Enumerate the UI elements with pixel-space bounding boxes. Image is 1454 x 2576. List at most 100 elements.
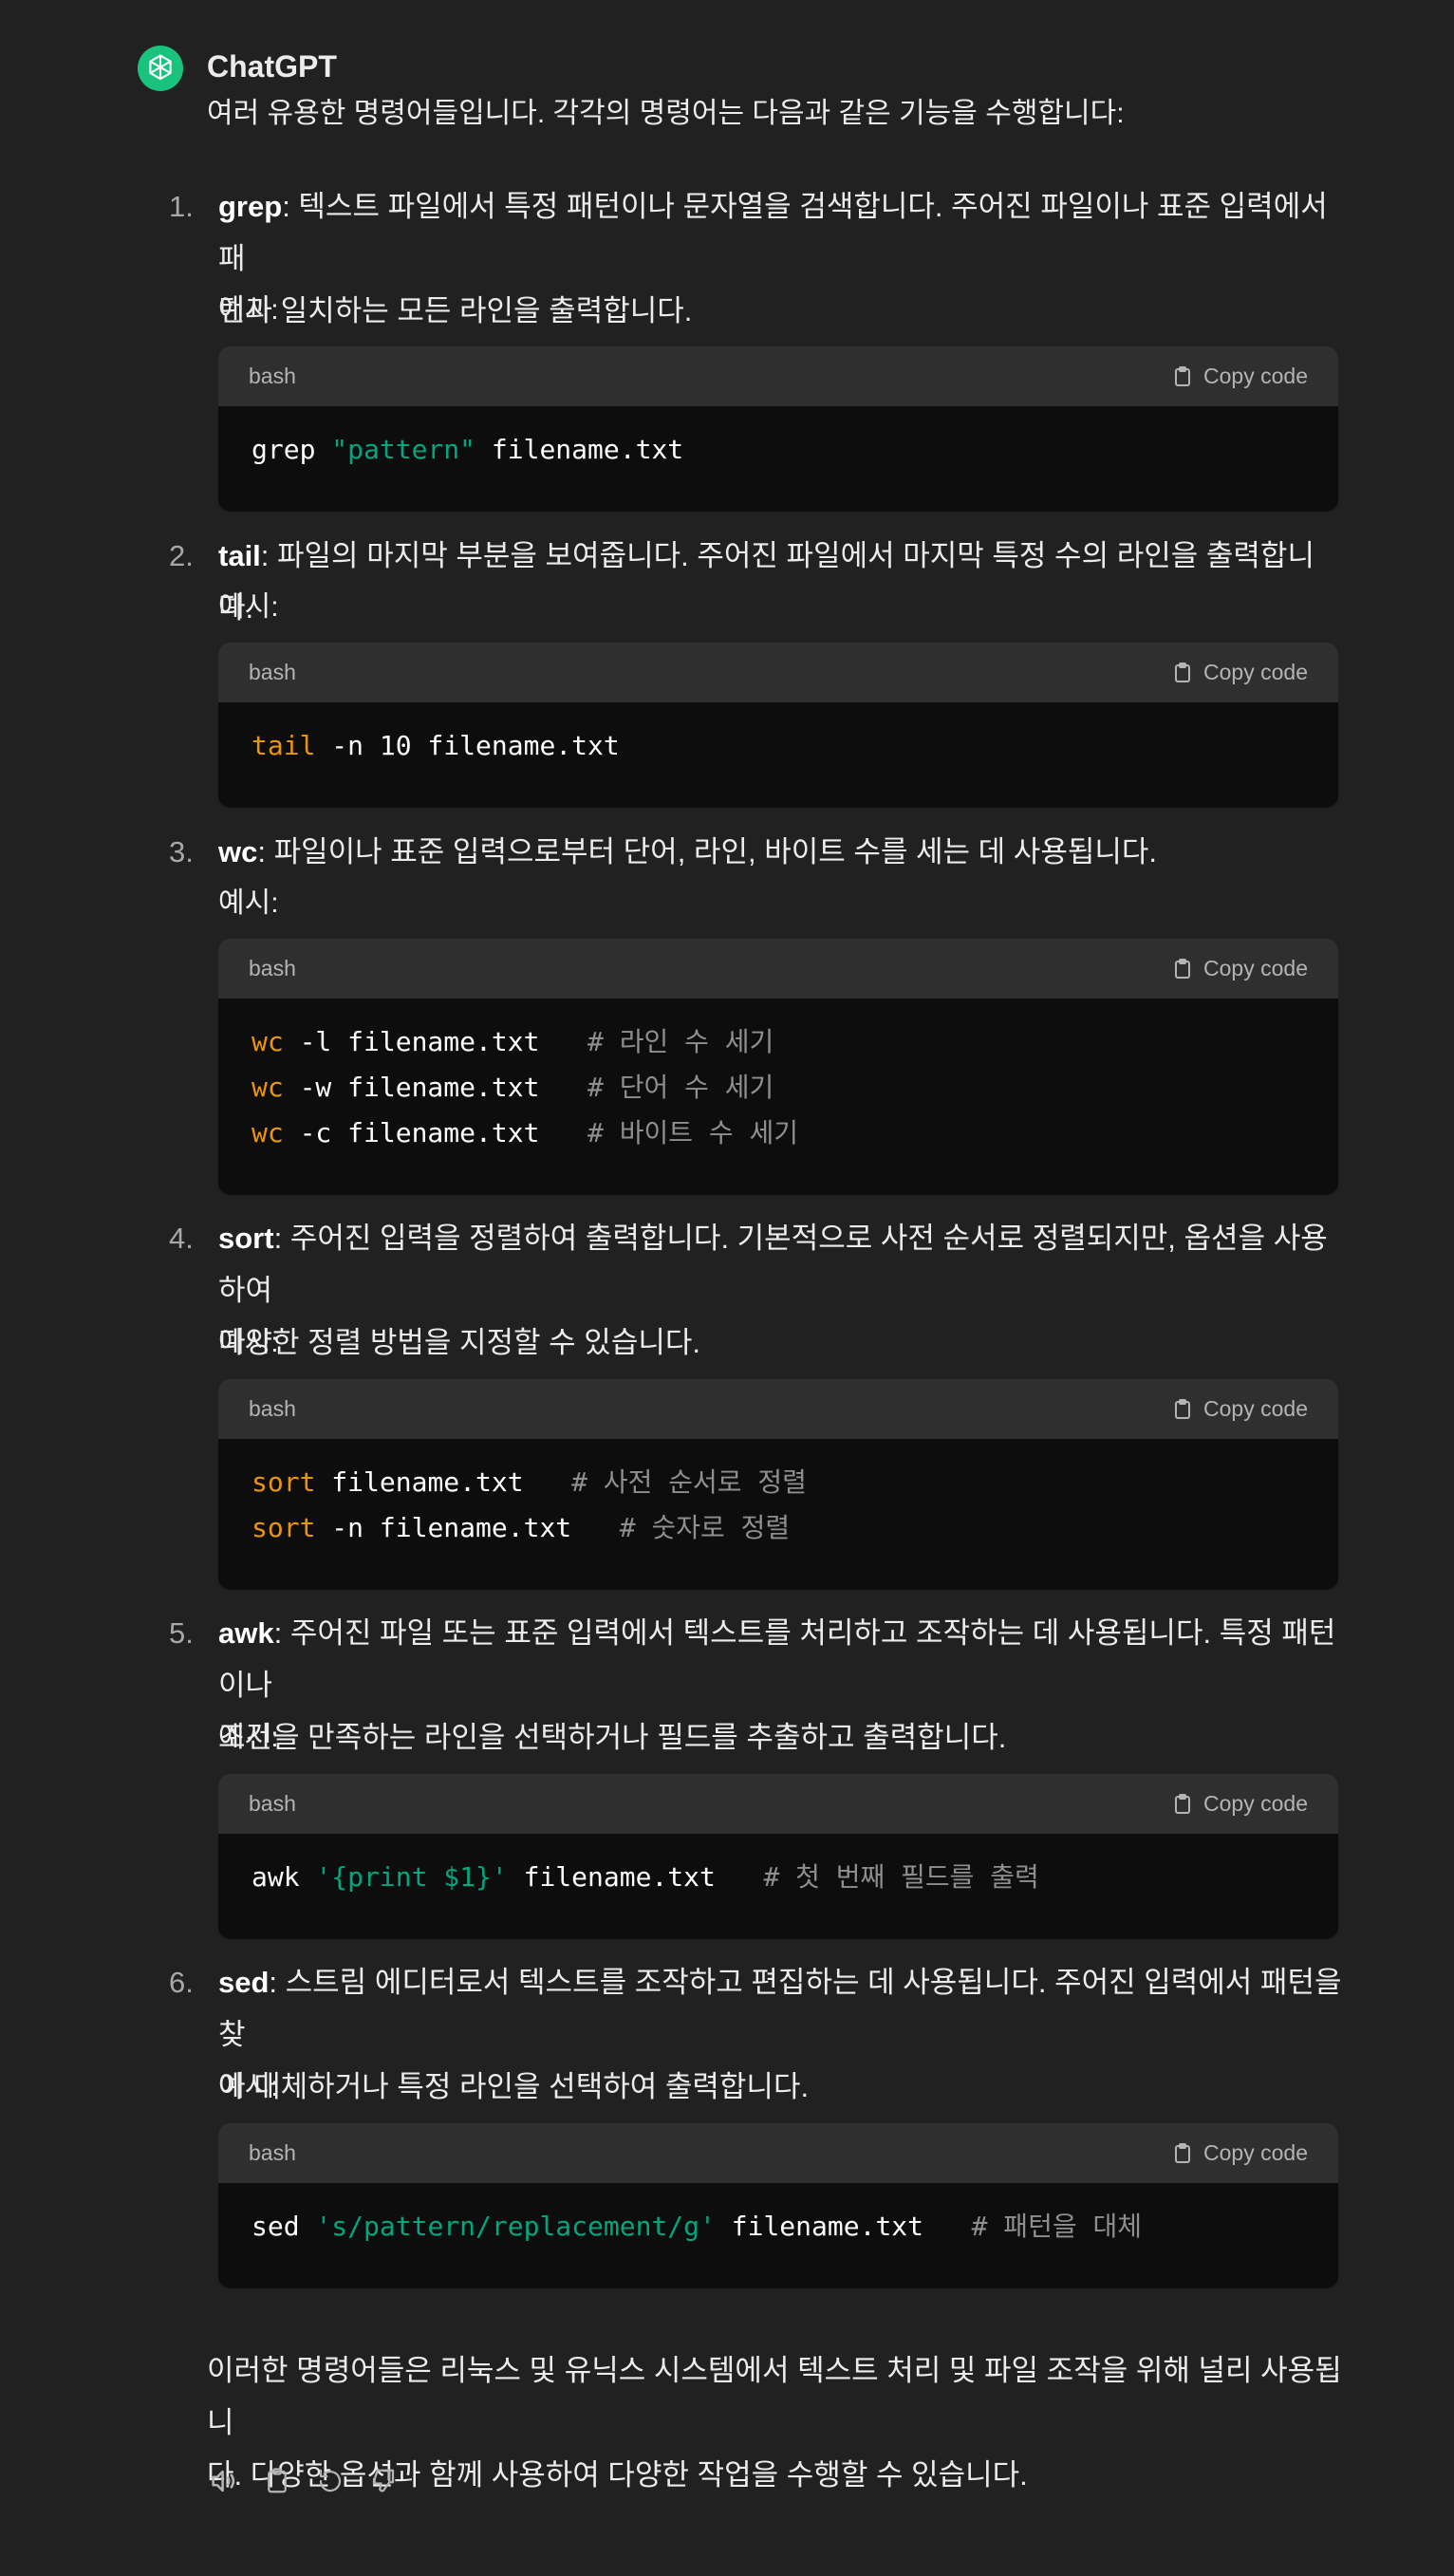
code-header: bash Copy code: [218, 643, 1338, 702]
copy-code-button[interactable]: Copy code: [1171, 660, 1308, 685]
code-comment: # 사전 순서로 정렬: [571, 1466, 807, 1498]
list-number: 3.: [169, 835, 194, 868]
code-comment: # 숫자로 정렬: [619, 1512, 791, 1543]
code-block-sort: bash Copy code sort filename.txt # 사전 순서…: [218, 1379, 1338, 1590]
term-sort: sort: [218, 1222, 274, 1255]
list-number: 6.: [169, 1966, 194, 1999]
code-args: filename.txt: [475, 434, 684, 465]
code-line: awk '{print $1}' filename.txt # 첫 번째 필드를…: [252, 1855, 1305, 1900]
code-body: sort filename.txt # 사전 순서로 정렬 sort -n fil…: [218, 1439, 1338, 1574]
code-line: tail -n 10 filename.txt: [252, 723, 1305, 769]
assistant-name: ChatGPT: [207, 49, 337, 84]
code-body: wc -l filename.txt # 라인 수 세기 wc -w filena…: [218, 999, 1338, 1179]
description-line: 턴과 일치하는 모든 라인을 출력합니다.: [218, 294, 693, 327]
code-language: bash: [249, 1791, 296, 1816]
code-args: -w filename.txt: [283, 1072, 588, 1103]
code-language: bash: [249, 364, 296, 388]
code-command: tail: [252, 730, 316, 761]
clipboard-icon: [1175, 1398, 1191, 1419]
code-line: wc -w filename.txt # 단어 수 세기: [252, 1065, 1305, 1111]
code-command: wc: [252, 1117, 284, 1148]
code-command: sort: [252, 1512, 316, 1543]
message-actions: [207, 2464, 401, 2498]
code-body: grep "pattern" filename.txt: [218, 406, 1338, 495]
description-line: : 주어진 입력을 정렬하여 출력합니다. 기본적으로 사전 순서로 정렬되지만…: [218, 1222, 1328, 1307]
code-language: bash: [249, 660, 296, 684]
code-line: wc -l filename.txt # 라인 수 세기: [252, 1019, 1305, 1065]
clipboard-icon: [1175, 365, 1191, 386]
code-comment: # 첫 번째 필드를 출력: [763, 1861, 1039, 1893]
copy-code-button[interactable]: Copy code: [1171, 2140, 1308, 2166]
clipboard-icon: [1175, 1793, 1191, 1814]
term-wc: wc: [218, 835, 258, 868]
list-item-sort: sort: 주어진 입력을 정렬하여 출력합니다. 기본적으로 사전 순서로 정…: [218, 1212, 1343, 1369]
clipboard-icon: [1175, 662, 1191, 682]
code-args: -n filename.txt: [315, 1512, 620, 1543]
code-args: filename.txt: [315, 1466, 572, 1498]
code-string: "pattern": [331, 434, 476, 465]
copy-code-button[interactable]: Copy code: [1171, 1791, 1308, 1817]
code-command: sed: [252, 2211, 300, 2242]
code-block-grep: bash Copy code grep "pattern" filename.t…: [218, 346, 1338, 512]
code-comment: # 라인 수 세기: [587, 1026, 774, 1057]
clipboard-icon: [1175, 958, 1191, 979]
list-number: 1.: [169, 190, 194, 223]
copy-code-label: Copy code: [1203, 956, 1308, 980]
example-label: 예시:: [218, 1327, 279, 1358]
description-line: : 텍스트 파일에서 특정 패턴이나 문자열을 검색합니다. 주어진 파일이나 …: [218, 190, 1328, 275]
code-comment: # 단어 수 세기: [587, 1072, 774, 1103]
code-header: bash Copy code: [218, 346, 1338, 406]
description-line: 아 대체하거나 특정 라인을 선택하여 출력합니다.: [218, 2070, 810, 2103]
code-args: filename.txt: [715, 2211, 972, 2242]
copy-code-label: Copy code: [1203, 364, 1308, 388]
code-language: bash: [249, 2140, 296, 2165]
list-number: 5.: [169, 1616, 194, 1650]
code-header: bash Copy code: [218, 2123, 1338, 2183]
outro-line: 이러한 명령어들은 리눅스 및 유닉스 시스템에서 텍스트 처리 및 파일 조작…: [207, 2354, 1342, 2439]
code-header: bash Copy code: [218, 1379, 1338, 1439]
copy-code-button[interactable]: Copy code: [1171, 956, 1308, 981]
code-command: sort: [252, 1466, 316, 1498]
code-line: sort -n filename.txt # 숫자로 정렬: [252, 1505, 1305, 1551]
list-number: 4.: [169, 1222, 194, 1255]
regenerate-icon[interactable]: [313, 2464, 347, 2498]
code-line: sed 's/pattern/replacement/g' filename.t…: [252, 2204, 1305, 2249]
code-block-sed: bash Copy code sed 's/pattern/replacemen…: [218, 2123, 1338, 2288]
code-body: sed 's/pattern/replacement/g' filename.t…: [218, 2183, 1338, 2272]
copy-code-label: Copy code: [1203, 1791, 1308, 1816]
description-line: : 스트림 에디터로서 텍스트를 조작하고 편집하는 데 사용됩니다. 주어진 …: [218, 1966, 1342, 2051]
copy-code-button[interactable]: Copy code: [1171, 1396, 1308, 1422]
code-line: wc -c filename.txt # 바이트 수 세기: [252, 1111, 1305, 1156]
copy-code-label: Copy code: [1203, 1396, 1308, 1421]
openai-logo-icon: [149, 54, 172, 81]
list-item-sed: sed: 스트림 에디터로서 텍스트를 조작하고 편집하는 데 사용됩니다. 주…: [218, 1956, 1343, 2113]
code-comment: # 패턴을 대체: [971, 2211, 1142, 2242]
code-body: tail -n 10 filename.txt: [218, 702, 1338, 792]
code-command: grep: [252, 434, 316, 465]
term-awk: awk: [218, 1616, 274, 1650]
code-line: grep "pattern" filename.txt: [252, 427, 1305, 473]
read-aloud-icon[interactable]: [207, 2464, 241, 2498]
copy-icon[interactable]: [260, 2464, 294, 2498]
term-sed: sed: [218, 1966, 270, 1999]
description-line: 다양한 정렬 방법을 지정할 수 있습니다.: [218, 1326, 700, 1359]
copy-code-button[interactable]: Copy code: [1171, 364, 1308, 389]
term-tail: tail: [218, 539, 261, 572]
copy-code-label: Copy code: [1203, 2140, 1308, 2165]
code-block-awk: bash Copy code awk '{print $1}' filename…: [218, 1774, 1338, 1939]
description-line: : 파일의 마지막 부분을 보여줍니다. 주어진 파일에서 마지막 특정 수의 …: [218, 539, 1314, 625]
example-label: 예시:: [218, 887, 279, 919]
code-args: -c filename.txt: [283, 1117, 588, 1148]
description-line: 조건을 만족하는 라인을 선택하거나 필드를 추출하고 출력합니다.: [218, 1721, 1007, 1754]
thumbs-down-icon[interactable]: [366, 2464, 401, 2498]
description-line: : 주어진 파일 또는 표준 입력에서 텍스트를 처리하고 조작하는 데 사용됩…: [218, 1616, 1336, 1702]
assistant-avatar: [138, 46, 183, 91]
intro-text: 여러 유용한 명령어들입니다. 각각의 명령어는 다음과 같은 기능을 수행합니…: [207, 98, 1125, 129]
code-line: sort filename.txt # 사전 순서로 정렬: [252, 1460, 1305, 1505]
code-args: -n 10 filename.txt: [315, 730, 620, 761]
list-item-wc: wc: 파일이나 표준 입력으로부터 단어, 라인, 바이트 수를 세는 데 사…: [218, 826, 1343, 878]
term-grep: grep: [218, 190, 283, 223]
code-header: bash Copy code: [218, 1774, 1338, 1834]
example-label: 예시:: [218, 294, 279, 326]
code-language: bash: [249, 1396, 296, 1421]
